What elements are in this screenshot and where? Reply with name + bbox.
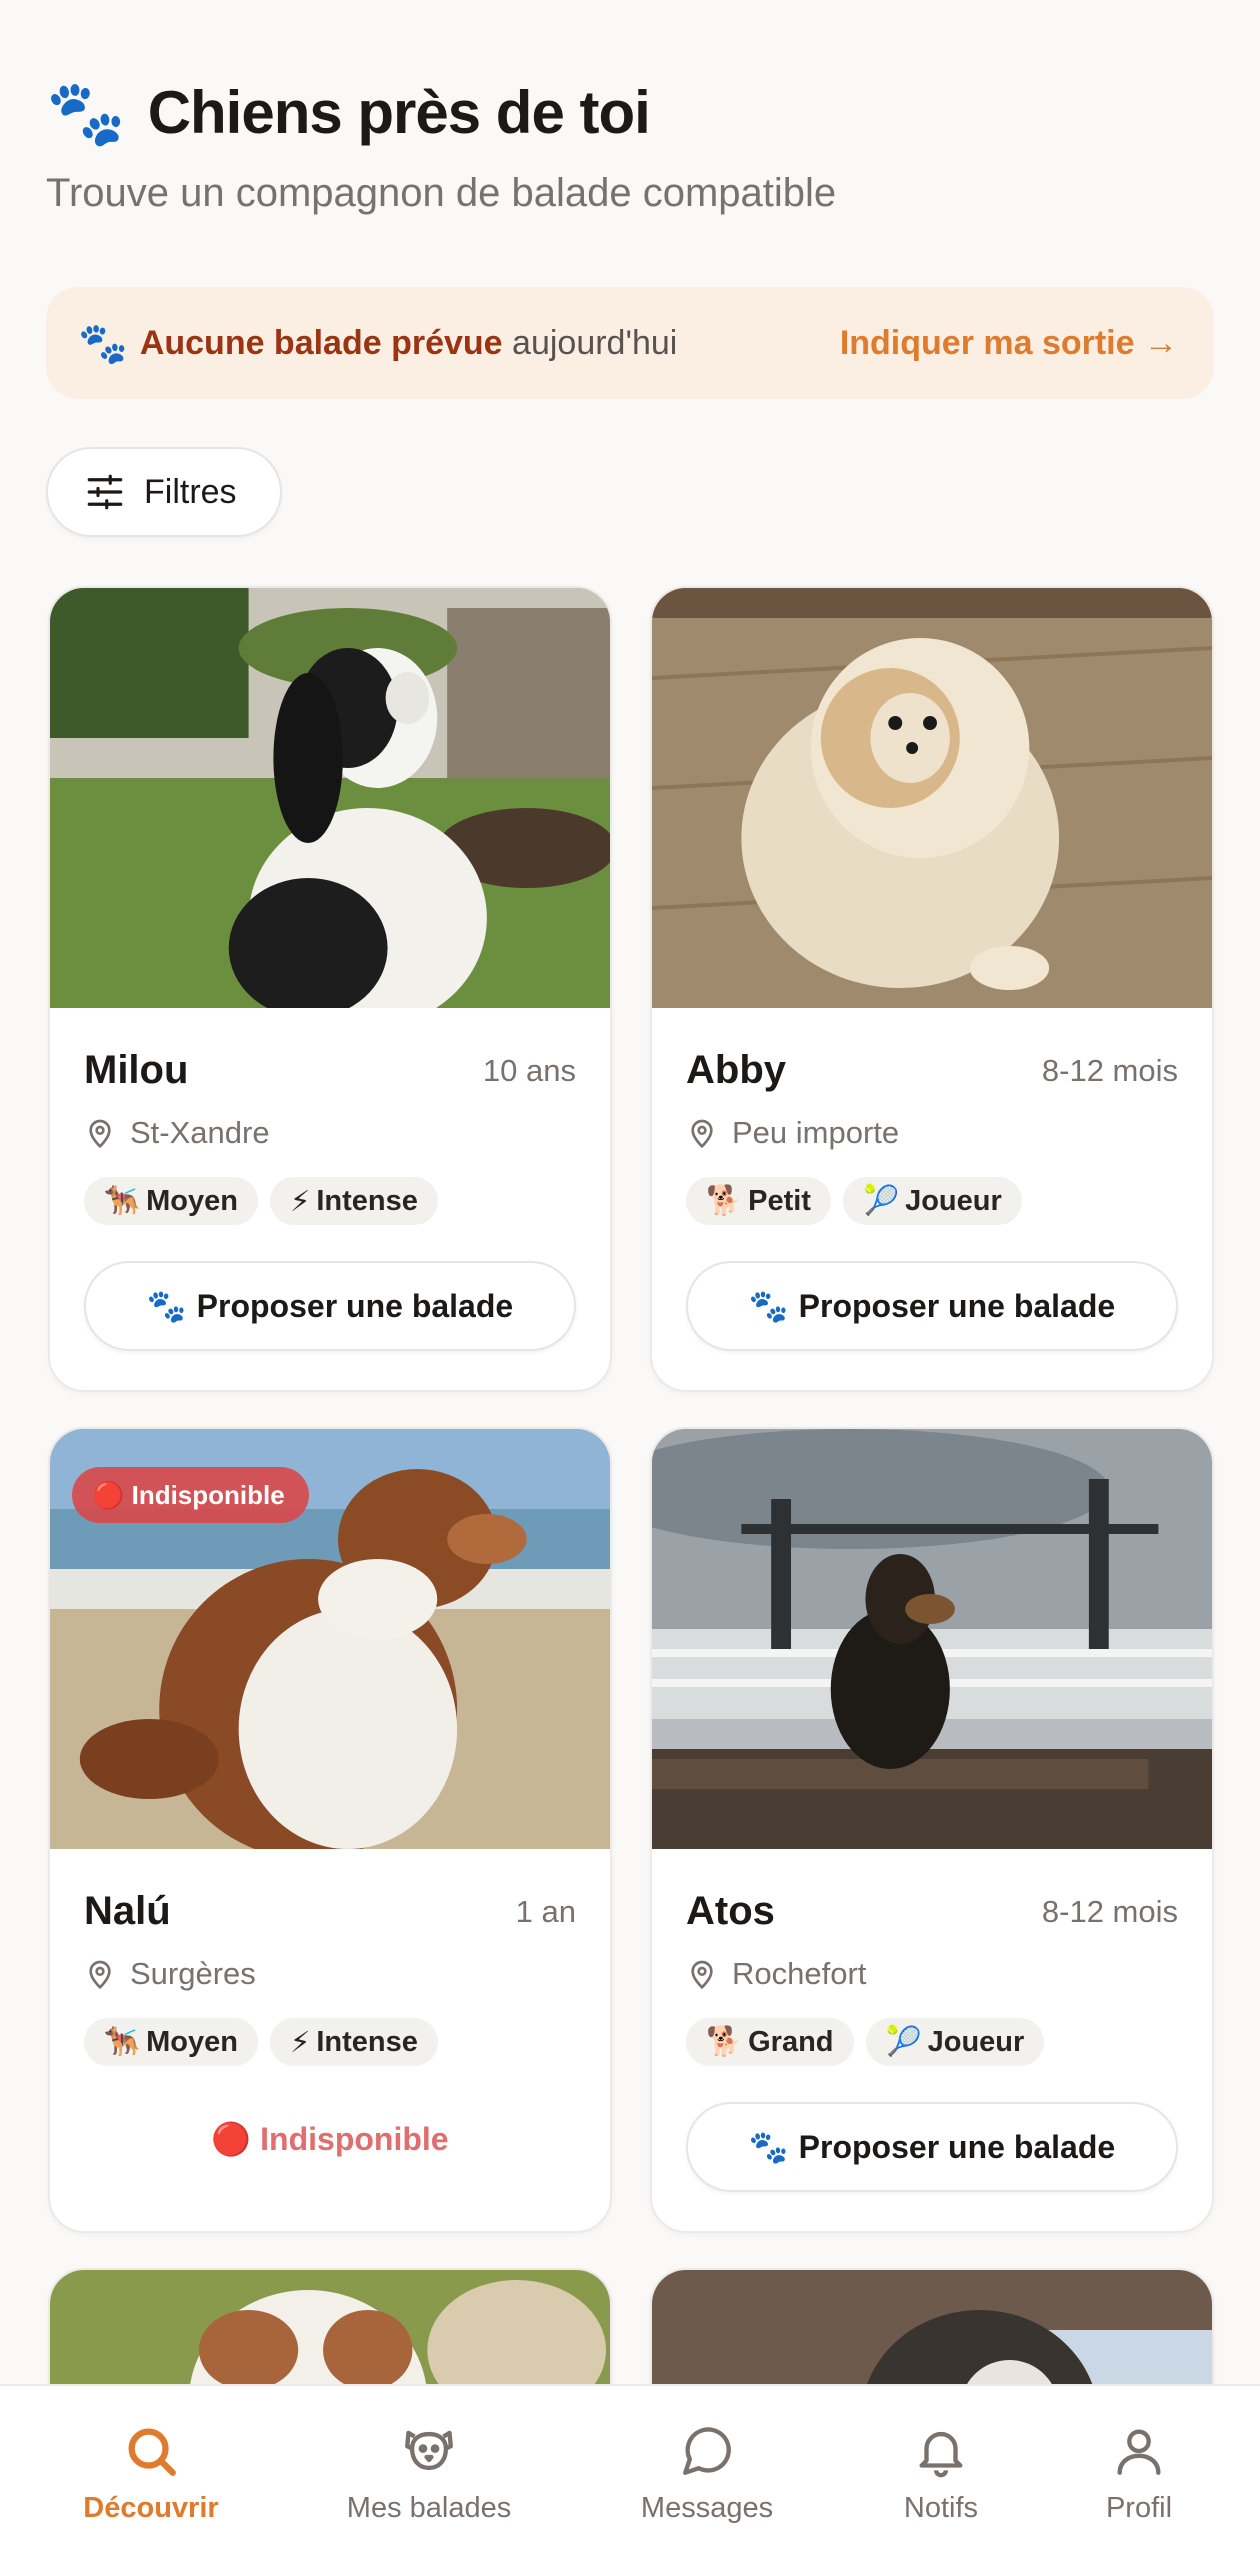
dog-name: Atos: [686, 1889, 775, 1933]
dog-photo: 🔴 Indisponible: [50, 1429, 610, 1849]
nav-tab-my-walks[interactable]: Mes balades: [329, 2422, 529, 2525]
dog-card[interactable]: 🔴 Indisponible Nalú 1 an Surgères 🐕‍🦺 Moy…: [48, 1427, 612, 2233]
page-header: 🐾 Chiens près de toi Trouve un compagnon…: [46, 78, 836, 216]
dog-age: 8-12 mois: [1041, 1893, 1178, 1929]
dog-face-icon: [405, 2430, 453, 2471]
location-pin-icon: [89, 1960, 111, 1990]
nav-tab-messages[interactable]: Messages: [607, 2422, 807, 2525]
paw-icon: 🐾: [78, 321, 128, 366]
size-tag: 🐕 Petit: [686, 1177, 831, 1225]
location-pin-icon: [89, 1119, 111, 1149]
size-tag: 🐕 Grand: [686, 2018, 854, 2066]
location-pin-icon: [691, 1119, 713, 1149]
personality-tag: 🎾 Joueur: [865, 2018, 1045, 2066]
bottom-navigation: Découvrir Mes balades Messages Notifs Pr…: [0, 2384, 1260, 2560]
dog-age: 8-12 mois: [1041, 1052, 1178, 1088]
nav-tab-notifications[interactable]: Notifs: [841, 2422, 1041, 2525]
location-pin-icon: [691, 1960, 713, 1990]
filters-label: Filtres: [144, 472, 237, 511]
paw-icon: 🐾: [146, 1288, 187, 1324]
indicate-outing-link[interactable]: Indiquer ma sortie →: [840, 324, 1178, 363]
page-title: Chiens près de toi: [147, 79, 651, 146]
dog-size-icon: 🐕: [706, 2026, 743, 2058]
sliders-icon: [87, 474, 123, 510]
banner-bold-text: Aucune balade prévue: [139, 323, 503, 362]
energy-tag: ⚡ Intense: [269, 1177, 438, 1225]
unavailable-status: 🔴 Indisponible: [211, 2121, 449, 2157]
dog-age: 1 an: [515, 1893, 576, 1929]
dog-card[interactable]: Milou 10 ans St-Xandre 🐕‍🦺 Moyen ⚡ Intense…: [48, 586, 612, 1392]
chat-bubble-icon: [683, 2427, 731, 2475]
search-icon: [128, 2428, 176, 2476]
dog-name: Nalú: [84, 1889, 171, 1933]
size-tag: 🐕‍🦺 Moyen: [84, 1177, 258, 1225]
dog-size-icon: 🐕‍🦺: [104, 1185, 141, 1217]
size-tag: 🐕‍🦺 Moyen: [84, 2018, 258, 2066]
nav-tab-profile[interactable]: Profil: [1039, 2422, 1239, 2525]
banner-rest-text: aujourd'hui: [502, 323, 678, 362]
unavailable-badge: 🔴 Indisponible: [72, 1467, 309, 1523]
dog-photo: [652, 1429, 1212, 1849]
dog-name: Milou: [84, 1048, 189, 1092]
propose-walk-button[interactable]: 🐾 Proposer une balade: [686, 1261, 1178, 1351]
lightning-icon: ⚡: [289, 1185, 311, 1218]
user-icon: [1117, 2429, 1161, 2475]
filters-button[interactable]: Filtres: [46, 447, 282, 537]
dog-size-icon: 🐕‍🦺: [104, 2026, 141, 2058]
dog-photo: [652, 588, 1212, 1008]
propose-walk-button[interactable]: 🐾 Proposer une balade: [84, 1261, 576, 1351]
tennis-ball-icon: 🎾: [862, 1185, 900, 1217]
walk-status-banner: 🐾 Aucune balade prévue aujourd'hui Indiq…: [46, 287, 1214, 399]
paw-icon: 🐾: [46, 76, 126, 149]
nav-tab-discover[interactable]: Découvrir: [51, 2422, 251, 2525]
paw-icon: 🐾: [748, 1288, 789, 1324]
energy-tag: ⚡ Intense: [269, 2018, 438, 2066]
dog-location: Rochefort: [732, 1956, 867, 1991]
dog-card[interactable]: Atos 8-12 mois Rochefort 🐕 Grand 🎾 Joueur …: [650, 1427, 1214, 2233]
dog-location: Peu importe: [732, 1115, 900, 1150]
dog-location: St-Xandre: [130, 1115, 270, 1150]
page-subtitle: Trouve un compagnon de balade compatible: [46, 171, 837, 215]
dog-size-icon: 🐕: [706, 1185, 743, 1217]
dog-location: Surgères: [130, 1956, 256, 1991]
propose-walk-button[interactable]: 🐾 Proposer une balade: [686, 2102, 1178, 2192]
dog-card[interactable]: Abby 8-12 mois Peu importe 🐕 Petit 🎾 Joueu…: [650, 586, 1214, 1392]
dog-name: Abby: [686, 1048, 786, 1092]
personality-tag: 🎾 Joueur: [842, 1177, 1022, 1225]
bell-icon: [919, 2431, 963, 2478]
dog-age: 10 ans: [482, 1052, 576, 1088]
lightning-icon: ⚡: [289, 2026, 311, 2059]
paw-icon: 🐾: [748, 2129, 789, 2165]
dog-photo: [50, 588, 610, 1008]
tennis-ball-icon: 🎾: [885, 2026, 922, 2058]
